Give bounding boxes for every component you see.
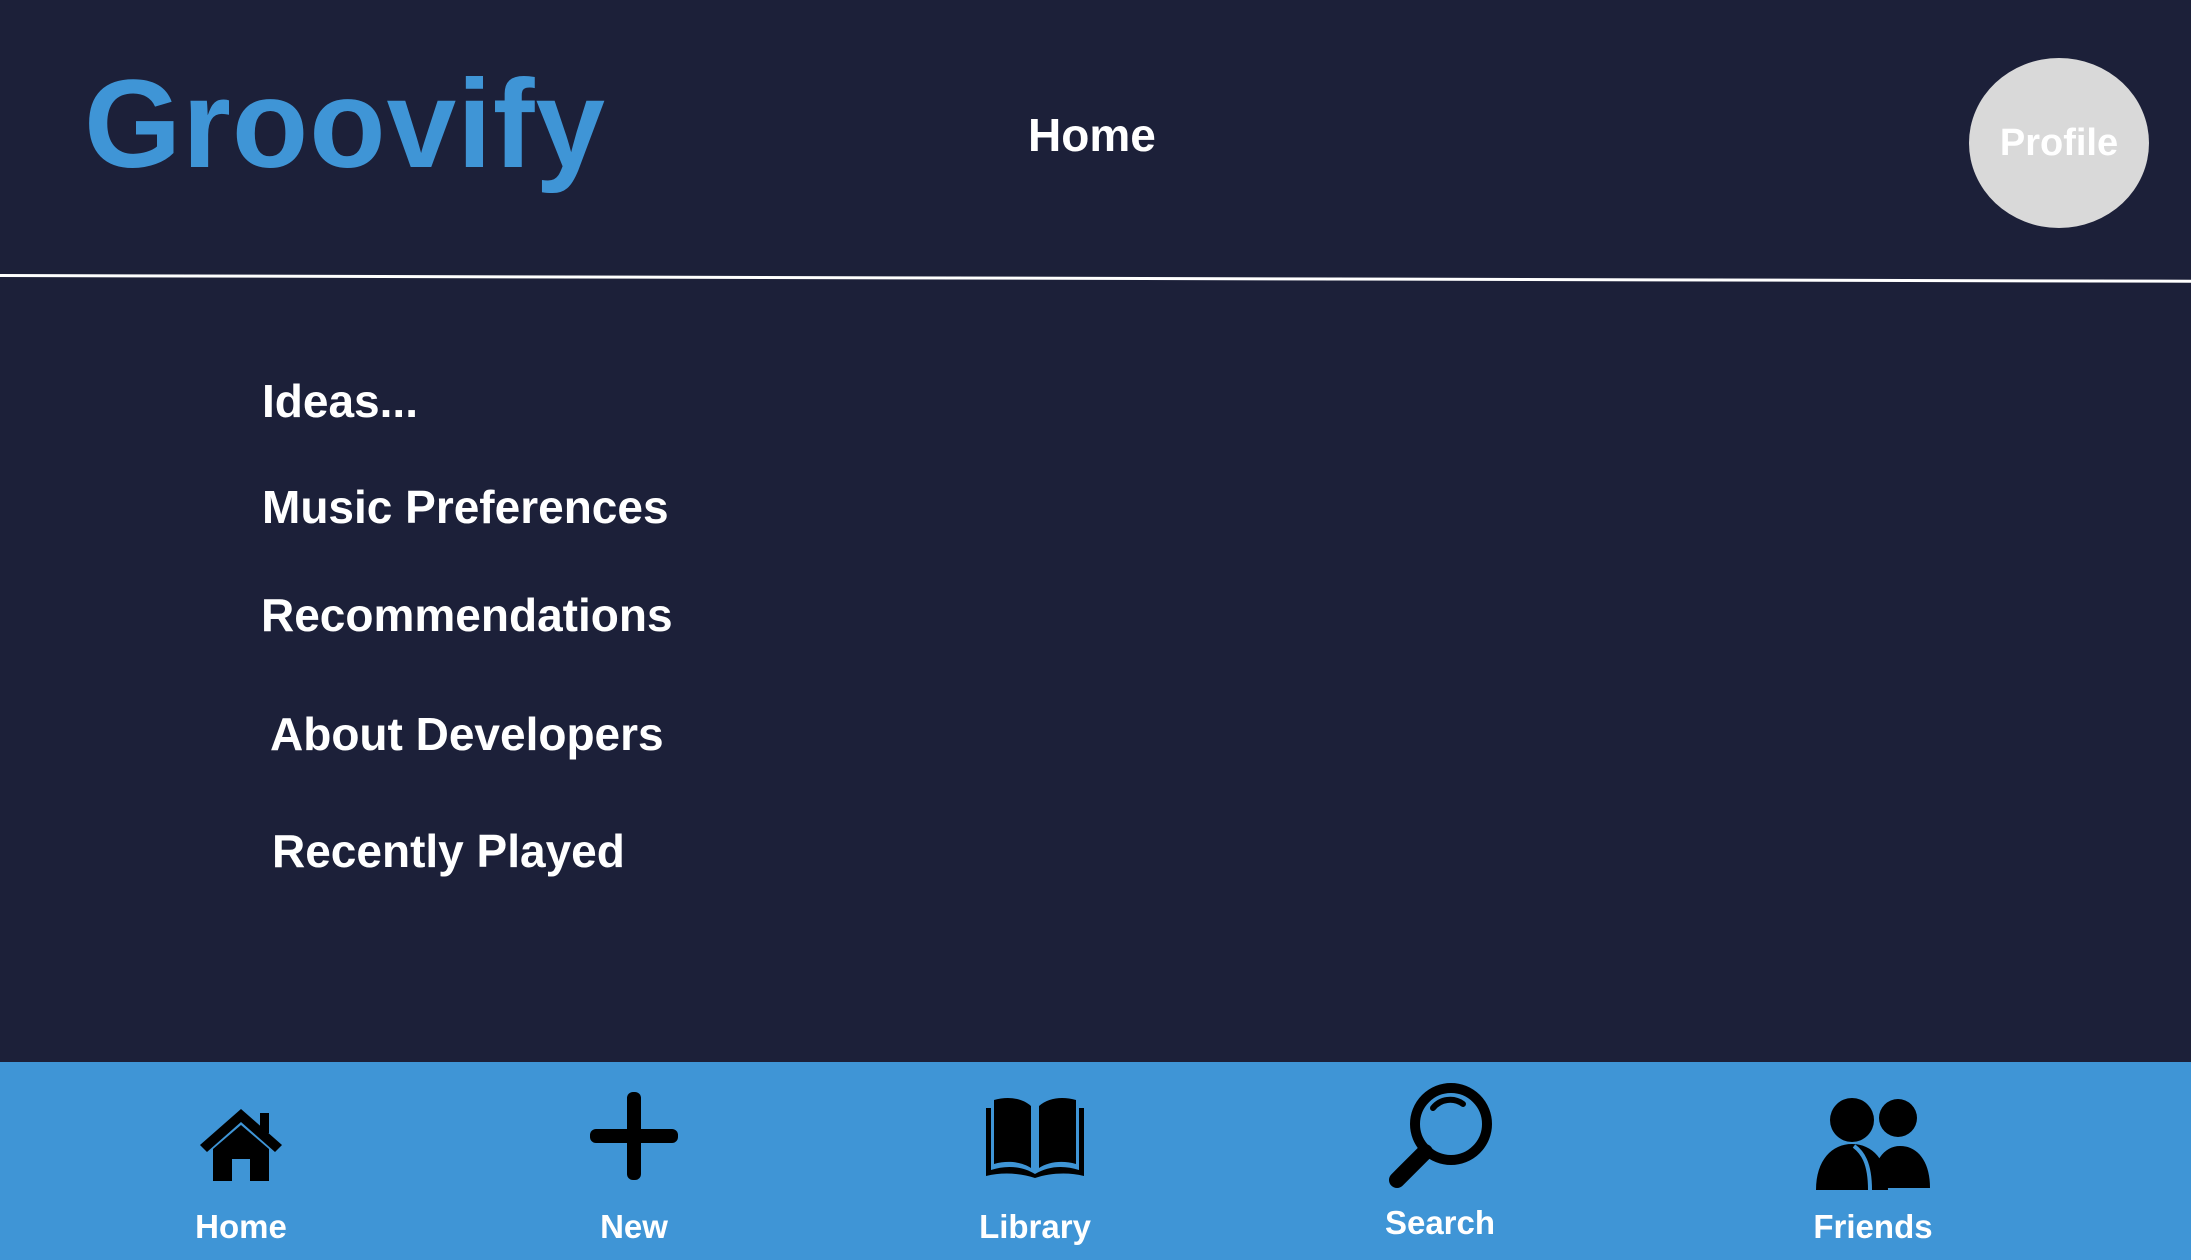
search-icon [1389,1083,1492,1188]
home-icon [200,1109,282,1181]
nav-label-home: Home [195,1208,287,1245]
nav-item-home[interactable]: Home [131,1062,351,1260]
nav-item-friends[interactable]: Friends [1763,1062,1983,1260]
brand-logo: Groovify [84,55,606,194]
page-title: Home [1028,109,1156,161]
friends-icon [1816,1098,1930,1190]
nav-item-new[interactable]: New [524,1062,744,1260]
nav-label-library: Library [979,1208,1091,1245]
menu-item-music-preferences[interactable]: Music Preferences [262,484,669,530]
book-icon [986,1098,1084,1178]
nav-label-search: Search [1384,1204,1496,1241]
plus-icon [590,1092,678,1180]
app-window: Groovify Home Profile Ideas... Music Pre… [0,0,2191,1260]
nav-label-friends: Friends [1813,1208,1933,1245]
nav-label-new: New [600,1208,668,1245]
profile-button[interactable]: Profile [1969,58,2149,228]
menu-item-about-developers[interactable]: About Developers [270,711,664,757]
nav-item-library[interactable]: Library [925,1062,1145,1260]
nav-item-search[interactable]: Search [1330,1062,1550,1260]
menu-item-recommendations[interactable]: Recommendations [261,592,673,638]
bottom-nav: Home New Library Search Friends [0,1062,2191,1260]
menu-item-ideas[interactable]: Ideas... [262,378,418,424]
header-divider [0,274,2191,283]
menu-item-recently-played[interactable]: Recently Played [272,828,625,874]
